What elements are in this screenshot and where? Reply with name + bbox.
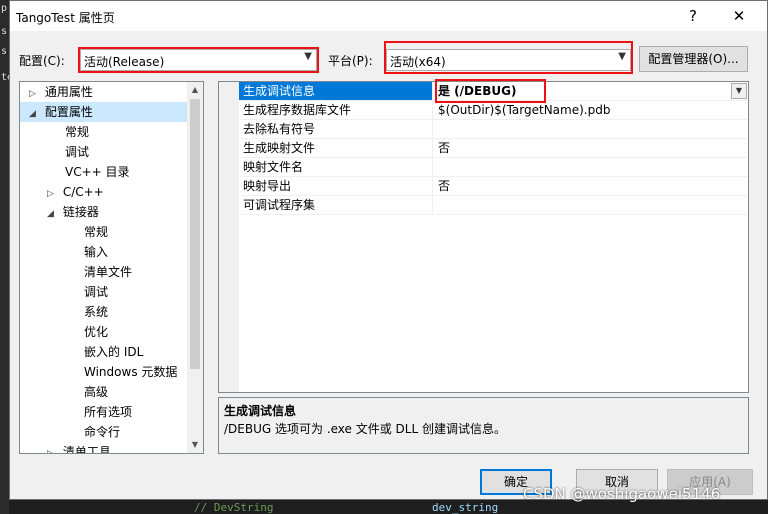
tree-item-vc-directories[interactable]: VC++ 目录 bbox=[20, 162, 130, 182]
property-pages-dialog: TangoTest 属性页 ? ✕ 配置(C): 活动(Release) ▼ 平… bbox=[9, 0, 768, 500]
triangle-down-icon[interactable]: ◢ bbox=[47, 204, 59, 224]
tree-item-label: 系统 bbox=[84, 305, 109, 319]
tree-item-general[interactable]: 常规 bbox=[20, 122, 89, 142]
tree-item-linker-general[interactable]: 常规 bbox=[20, 222, 108, 242]
triangle-right-icon[interactable]: ▷ bbox=[47, 184, 59, 204]
tree-item-label: 常规 bbox=[65, 125, 90, 139]
tree-item-linker-embedded-idl[interactable]: 嵌入的 IDL bbox=[20, 342, 143, 362]
triangle-down-icon[interactable]: ◢ bbox=[29, 104, 41, 124]
scroll-up-icon[interactable]: ▲ bbox=[187, 82, 203, 98]
scrollbar-thumb[interactable] bbox=[190, 99, 200, 369]
bg-code-left: // DevString bbox=[194, 501, 274, 514]
property-row[interactable]: 生成程序数据库文件 $(OutDir)$(TargetName).pdb bbox=[239, 101, 748, 120]
triangle-right-icon[interactable]: ▷ bbox=[29, 84, 41, 104]
tree-item-label: 输入 bbox=[84, 245, 109, 259]
tree-item-common-properties[interactable]: ▷ 通用属性 bbox=[20, 82, 187, 102]
tree-item-linker-command-line[interactable]: 命令行 bbox=[20, 422, 120, 442]
tree-item-linker-all-options[interactable]: 所有选项 bbox=[20, 402, 132, 422]
description-text: /DEBUG 选项可为 .exe 文件或 DLL 创建调试信息。 bbox=[224, 422, 506, 436]
tree-item-linker-system[interactable]: 系统 bbox=[20, 302, 108, 322]
property-grid-gutter bbox=[219, 82, 239, 392]
chevron-down-icon[interactable]: ▼ bbox=[731, 83, 747, 99]
property-grid: 生成调试信息 是 (/DEBUG) ▼ 生成程序数据库文件 $(OutDir)$… bbox=[218, 81, 749, 393]
tree-item-linker-windows-metadata[interactable]: Windows 元数据 bbox=[20, 362, 177, 382]
tree-item-linker-advanced[interactable]: 高级 bbox=[20, 382, 108, 402]
bg-char: s bbox=[1, 26, 8, 37]
tree-item-linker[interactable]: ◢ 链接器 bbox=[20, 202, 99, 222]
tree-item-label: 优化 bbox=[84, 325, 109, 339]
tree-item-label: Windows 元数据 bbox=[84, 365, 178, 379]
property-name: 映射导出 bbox=[239, 177, 433, 195]
description-title: 生成调试信息 bbox=[224, 404, 297, 418]
watermark: CSDN @woshigaowei5146 bbox=[523, 485, 721, 503]
property-name: 可调试程序集 bbox=[239, 196, 433, 214]
tree-item-label: 命令行 bbox=[84, 425, 121, 439]
platform-label: 平台(P): bbox=[328, 54, 373, 68]
property-value[interactable]: 否 bbox=[434, 139, 748, 157]
tree-item-label: 配置属性 bbox=[44, 105, 93, 119]
scroll-down-icon[interactable]: ▼ bbox=[187, 437, 203, 453]
triangle-right-icon[interactable]: ▷ bbox=[47, 444, 59, 453]
bg-char: p bbox=[1, 3, 8, 14]
property-name: 生成调试信息 bbox=[239, 82, 433, 100]
highlight-box-platform bbox=[384, 41, 633, 74]
tree-item-label: C/C++ bbox=[62, 185, 104, 199]
property-name: 生成映射文件 bbox=[239, 139, 433, 157]
background-editor-strip: p s s te bbox=[0, 0, 13, 514]
tree-item-label: VC++ 目录 bbox=[65, 165, 130, 179]
description-panel: 生成调试信息 /DEBUG 选项可为 .exe 文件或 DLL 创建调试信息。 bbox=[218, 397, 749, 454]
property-name: 生成程序数据库文件 bbox=[239, 101, 433, 119]
help-button[interactable]: ? bbox=[682, 6, 704, 26]
tree-item-label: 调试 bbox=[84, 285, 109, 299]
tree-item-configuration-properties[interactable]: ◢ 配置属性 bbox=[20, 102, 187, 122]
bg-char: s bbox=[1, 46, 8, 57]
tree-item-label: 清单文件 bbox=[84, 265, 133, 279]
tree-item-linker-manifest-file[interactable]: 清单文件 bbox=[20, 262, 132, 282]
property-row[interactable]: 生成映射文件 否 bbox=[239, 139, 748, 158]
close-button[interactable]: ✕ bbox=[728, 6, 750, 26]
tree-item-label: 清单工具 bbox=[62, 445, 111, 454]
property-name: 映射文件名 bbox=[239, 158, 433, 176]
config-label: 配置(C): bbox=[19, 54, 65, 68]
tree-item-label: 常规 bbox=[84, 225, 109, 239]
property-row[interactable]: 映射文件名 bbox=[239, 158, 748, 177]
tree-item-label: 嵌入的 IDL bbox=[84, 345, 144, 359]
tree-item-label: 调试 bbox=[65, 145, 90, 159]
property-tree: ▷ 通用属性 ◢ 配置属性 常规 调试 VC++ 目录 ▷ C/C++ ◢ 链接… bbox=[19, 81, 204, 454]
property-row[interactable]: 映射导出 否 bbox=[239, 177, 748, 196]
config-manager-button[interactable]: 配置管理器(O)... bbox=[639, 46, 748, 72]
tree-item-linker-debugging[interactable]: 调试 bbox=[20, 282, 108, 302]
property-row[interactable]: 去除私有符号 bbox=[239, 120, 748, 139]
property-value[interactable]: $(OutDir)$(TargetName).pdb bbox=[434, 101, 748, 119]
tree-scrollbar[interactable]: ▲ ▼ bbox=[187, 82, 203, 453]
tree-item-linker-input[interactable]: 输入 bbox=[20, 242, 108, 262]
tree-item-label: 所有选项 bbox=[84, 405, 133, 419]
property-row[interactable]: 可调试程序集 bbox=[239, 196, 748, 215]
tree-item-debugging[interactable]: 调试 bbox=[20, 142, 89, 162]
bg-code-right: dev_string bbox=[432, 501, 499, 514]
property-value[interactable] bbox=[434, 196, 748, 214]
tree-item-c-cpp[interactable]: ▷ C/C++ bbox=[20, 182, 104, 202]
property-name: 去除私有符号 bbox=[239, 120, 433, 138]
property-value[interactable]: 否 bbox=[434, 177, 748, 195]
tree-item-manifest-tool[interactable]: ▷ 清单工具 bbox=[20, 442, 111, 454]
property-value[interactable] bbox=[434, 158, 748, 176]
tree-item-linker-optimization[interactable]: 优化 bbox=[20, 322, 108, 342]
highlight-box-debug bbox=[435, 79, 546, 103]
tree-item-label: 高级 bbox=[84, 385, 109, 399]
highlight-box-config bbox=[78, 47, 319, 73]
tree-item-label: 通用属性 bbox=[44, 85, 93, 99]
tree-item-label: 链接器 bbox=[62, 205, 99, 219]
window-title: TangoTest 属性页 bbox=[16, 11, 115, 25]
property-value[interactable] bbox=[434, 120, 748, 138]
title-bar: TangoTest 属性页 ? ✕ bbox=[10, 1, 767, 31]
